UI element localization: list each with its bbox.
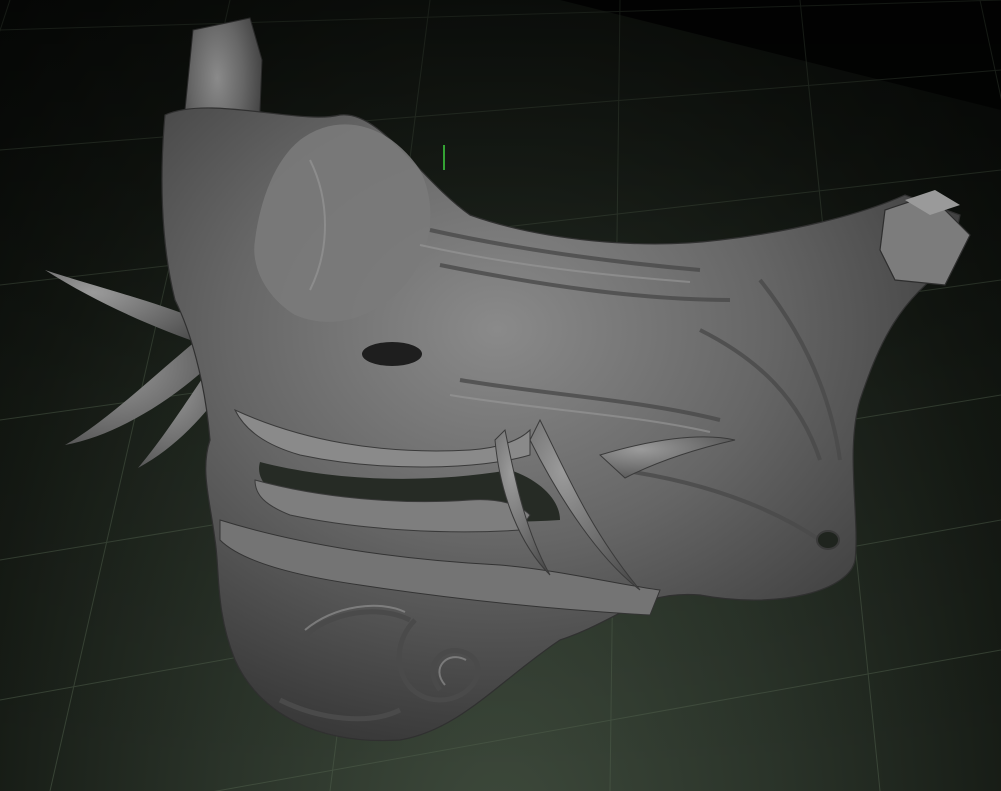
mask-nostril: [362, 342, 422, 366]
viewport-canvas[interactable]: [0, 0, 1001, 791]
sculpt-viewport[interactable]: [0, 0, 1001, 791]
strap-hole[interactable]: [816, 530, 840, 550]
